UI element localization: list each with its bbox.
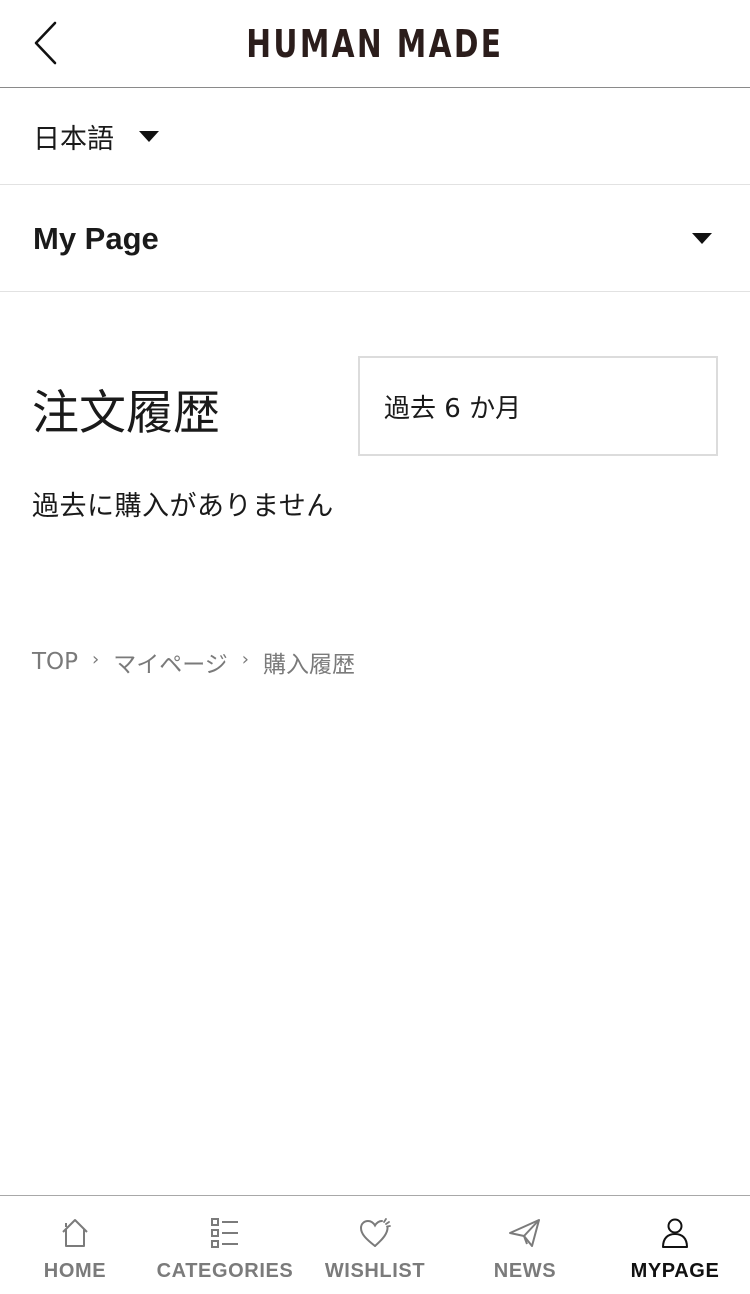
bottom-tab-bar: HOME CATEGORIES WISHLIST NEWS MYPAGE [0,1195,750,1294]
tab-mypage[interactable]: MYPAGE [600,1196,750,1294]
categories-icon [211,1218,238,1248]
mypage-menu-dropdown[interactable]: My Page [0,186,750,292]
breadcrumb: TOP › マイページ › 購入履歴 [32,645,355,679]
brand-logo[interactable]: HUMAN MADE [246,22,503,66]
tab-home-label: HOME [43,1260,107,1282]
mypage-menu-label: My Page [33,220,159,256]
back-button[interactable] [22,14,70,72]
caret-down-icon [692,233,712,244]
empty-orders-message: 過去に購入がありません [32,491,334,522]
page-title: 注文履歴 [32,386,220,441]
tab-wishlist[interactable]: WISHLIST [300,1196,450,1294]
breadcrumb-mypage[interactable]: マイページ [113,645,228,679]
period-selected-value: 過去 6 か月 [384,393,522,424]
period-select[interactable]: 過去 6 か月 [358,356,718,456]
tab-home[interactable]: HOME [0,1196,150,1294]
tab-mypage-label: MYPAGE [630,1260,720,1282]
chevron-left-icon [34,21,57,65]
tab-categories[interactable]: CATEGORIES [150,1196,300,1294]
language-selector[interactable]: 日本語 [0,89,750,185]
home-icon [62,1219,88,1247]
language-selected-label: 日本語 [33,124,114,155]
tab-wishlist-label: WISHLIST [324,1260,426,1282]
tab-categories-label: CATEGORIES [156,1260,294,1282]
top-header: HUMAN MADE [0,0,750,88]
breadcrumb-top[interactable]: TOP [32,649,78,675]
user-icon [662,1218,688,1248]
breadcrumb-current: 購入履歴 [262,652,355,678]
paper-plane-icon [509,1219,540,1247]
app-root: HUMAN MADE 日本語 My Page 注文履歴 過去 6 か月 過去に購… [0,0,750,1294]
heart-icon [359,1218,391,1247]
breadcrumb-separator-icon: › [92,648,100,670]
breadcrumb-separator-icon: › [241,648,249,670]
caret-down-icon [139,131,159,142]
tab-news[interactable]: NEWS [450,1196,600,1294]
tab-news-label: NEWS [493,1260,557,1282]
